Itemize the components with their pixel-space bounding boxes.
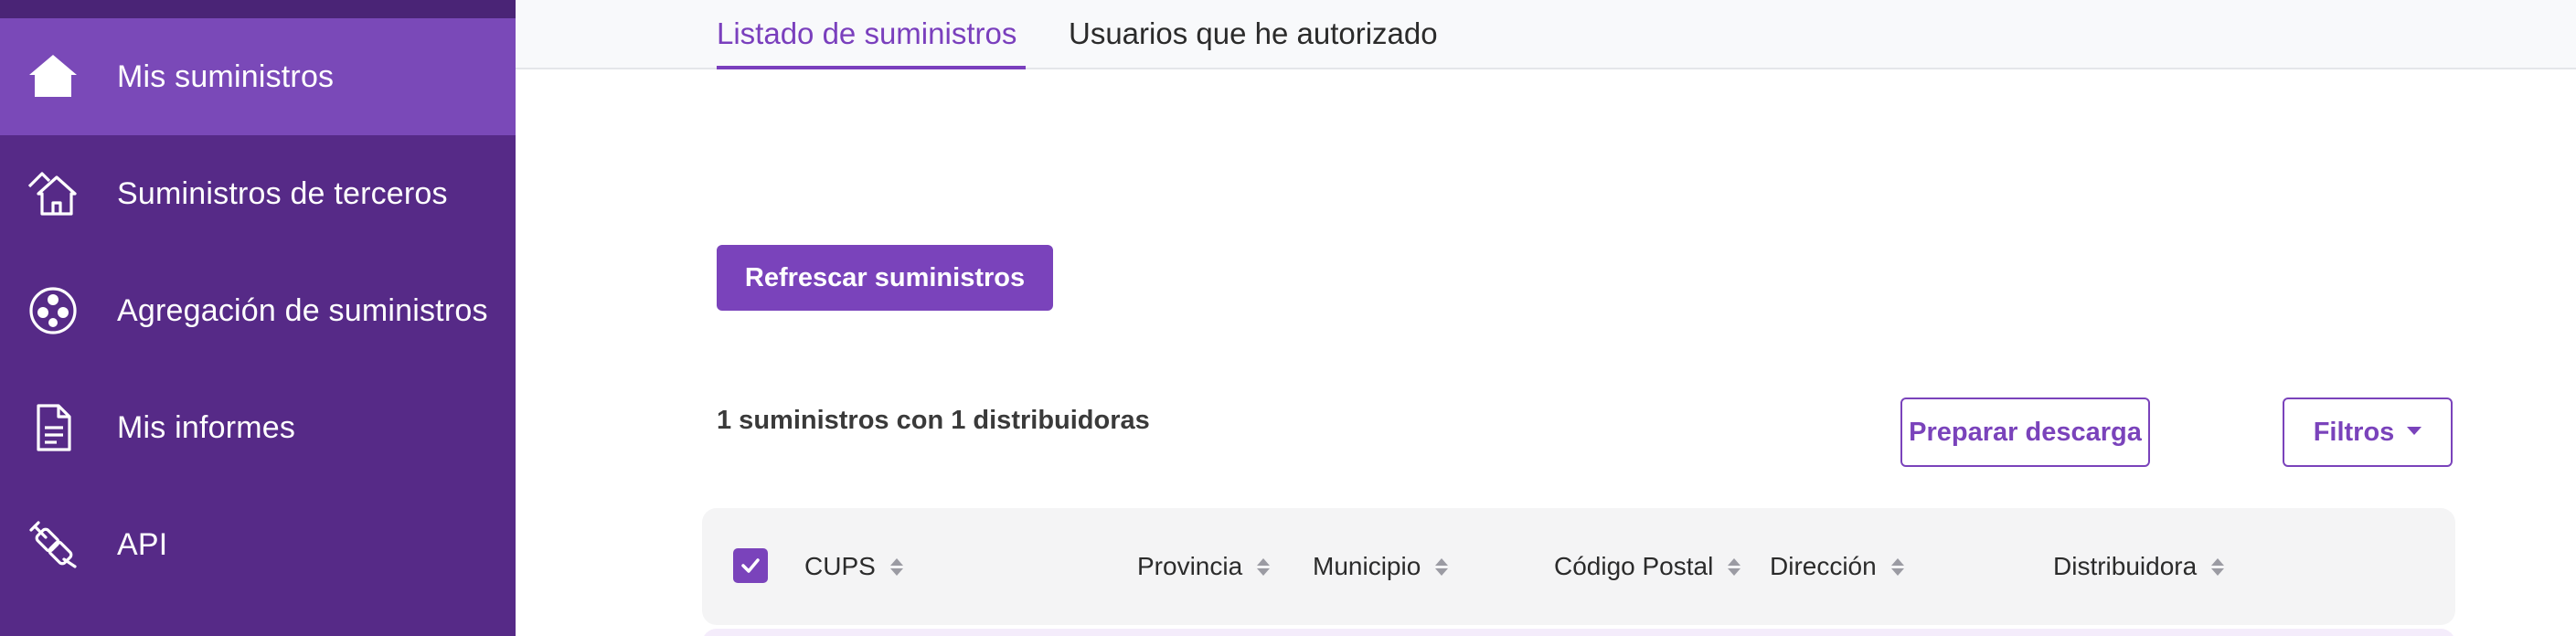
column-label: Código Postal <box>1554 552 1714 580</box>
refresh-supplies-button[interactable]: Refrescar suministros <box>717 245 1053 311</box>
sidebar-item-label: Agregación de suministros <box>117 292 488 328</box>
check-icon <box>741 558 760 573</box>
plug-icon <box>26 517 80 572</box>
supplies-summary: 1 suministros con 1 distribuidoras <box>717 406 1150 435</box>
tab-bar: Listado de suministros Usuarios que he a… <box>516 0 2576 69</box>
column-header-provincia[interactable]: Provincia <box>1137 552 1271 581</box>
column-header-municipio[interactable]: Municipio <box>1313 552 1449 581</box>
column-label: Municipio <box>1313 552 1421 580</box>
sort-icon <box>1728 557 1741 576</box>
column-header-distribuidora[interactable]: Distribuidora <box>2053 552 2225 581</box>
aggregation-icon <box>26 283 80 338</box>
sidebar-item-mis-suministros[interactable]: Mis suministros <box>0 18 516 135</box>
sidebar: Mis suministros Suministros de terceros … <box>0 0 516 636</box>
sidebar-top-strip <box>0 0 516 18</box>
column-label: CUPS <box>804 552 876 580</box>
sidebar-item-label: Suministros de terceros <box>117 175 448 211</box>
caret-down-icon <box>2407 426 2422 435</box>
main-content: Listado de suministros Usuarios que he a… <box>516 0 2576 636</box>
home-icon <box>26 49 80 104</box>
sidebar-item-agregacion[interactable]: Agregación de suministros <box>0 252 516 369</box>
sort-icon <box>1435 557 1449 576</box>
column-header-codigo-postal[interactable]: Código Postal <box>1554 552 1741 581</box>
column-header-direccion[interactable]: Dirección <box>1770 552 1904 581</box>
column-label: Provincia <box>1137 552 1243 580</box>
filters-label: Filtros <box>2313 417 2395 447</box>
column-label: Dirección <box>1770 552 1877 580</box>
tab-listado-suministros[interactable]: Listado de suministros <box>717 16 1017 51</box>
tab-usuarios-autorizados[interactable]: Usuarios que he autorizado <box>1069 16 1438 51</box>
sidebar-item-label: Mis informes <box>117 409 296 445</box>
active-tab-indicator <box>717 66 1026 69</box>
prepare-download-label: Preparar descarga <box>1909 417 2142 447</box>
sort-icon <box>889 557 903 576</box>
column-label: Distribuidora <box>2053 552 2198 580</box>
sort-icon <box>1890 557 1904 576</box>
sidebar-item-label: Mis suministros <box>117 58 335 94</box>
document-icon <box>26 400 80 455</box>
column-header-cups[interactable]: CUPS <box>804 552 903 581</box>
sidebar-item-label: API <box>117 526 168 562</box>
table-header: CUPS Provincia Municipio Código Postal D… <box>702 508 2455 625</box>
sort-icon <box>1257 557 1271 576</box>
filters-dropdown-button[interactable]: Filtros <box>2283 398 2453 467</box>
select-all-checkbox[interactable] <box>733 548 768 583</box>
sort-icon <box>2211 557 2225 576</box>
home-outline-icon <box>26 166 80 221</box>
sidebar-item-suministros-terceros[interactable]: Suministros de terceros <box>0 135 516 252</box>
prepare-download-button[interactable]: Preparar descarga <box>1900 398 2150 467</box>
table-row[interactable] <box>702 629 2455 636</box>
sidebar-item-api[interactable]: API <box>0 486 516 603</box>
sidebar-item-mis-informes[interactable]: Mis informes <box>0 369 516 486</box>
